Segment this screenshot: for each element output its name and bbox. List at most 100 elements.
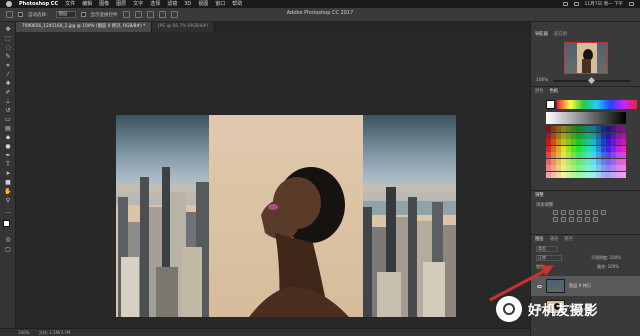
tab-layers[interactable]: 图层: [535, 236, 544, 244]
color-swatch[interactable]: [576, 158, 581, 165]
color-swatch[interactable]: [581, 171, 586, 178]
color-swatch[interactable]: [571, 132, 576, 139]
menu-edit[interactable]: 编辑: [82, 0, 92, 8]
color-swatch[interactable]: [561, 126, 566, 133]
tab-channels[interactable]: 通道: [550, 236, 559, 244]
color-swatch[interactable]: [606, 126, 611, 133]
swatch-fg[interactable]: [546, 100, 555, 109]
pen-tool-icon[interactable]: ✒: [4, 152, 12, 159]
color-swatch[interactable]: [566, 145, 571, 152]
invert-icon[interactable]: [577, 217, 582, 222]
type-tool-icon[interactable]: T: [4, 161, 12, 168]
color-swatch[interactable]: [596, 158, 601, 165]
opacity-field[interactable]: 不透明度: 100%: [591, 255, 621, 261]
color-swatch[interactable]: [606, 165, 611, 172]
menu-select[interactable]: 选择: [150, 0, 160, 8]
color-balance-icon[interactable]: [601, 210, 606, 215]
gradient-tool-icon[interactable]: ▤: [4, 125, 12, 132]
color-swatch[interactable]: [611, 139, 616, 146]
color-swatch[interactable]: [561, 152, 566, 159]
navigator-zoom-value[interactable]: 100%: [536, 78, 548, 83]
color-swatch[interactable]: [546, 139, 551, 146]
navigator-zoom-slider[interactable]: [553, 76, 631, 85]
color-swatch[interactable]: [586, 171, 591, 178]
color-swatch[interactable]: [581, 139, 586, 146]
color-swatch[interactable]: [581, 126, 586, 133]
menu-view[interactable]: 视图: [198, 0, 208, 8]
color-swatch[interactable]: [571, 171, 576, 178]
color-swatch[interactable]: [571, 145, 576, 152]
color-swatch[interactable]: [606, 152, 611, 159]
battery-icon[interactable]: [573, 2, 579, 6]
color-swatch[interactable]: [546, 145, 551, 152]
color-swatch[interactable]: [561, 145, 566, 152]
color-swatch[interactable]: [606, 171, 611, 178]
tab-paths[interactable]: 路径: [564, 236, 573, 244]
color-swatch[interactable]: [616, 152, 621, 159]
crop-tool-icon[interactable]: ⌗: [4, 62, 12, 69]
color-swatch[interactable]: [621, 132, 626, 139]
color-swatch[interactable]: [576, 126, 581, 133]
color-swatch[interactable]: [566, 152, 571, 159]
levels-icon[interactable]: [561, 210, 566, 215]
color-swatch[interactable]: [581, 132, 586, 139]
menu-window[interactable]: 窗口: [215, 0, 225, 8]
bw-icon[interactable]: [553, 217, 558, 222]
foreground-color-swatch[interactable]: [3, 220, 10, 227]
color-swatch[interactable]: [556, 152, 561, 159]
color-swatch[interactable]: [576, 139, 581, 146]
screen-mode-icon[interactable]: ▢: [4, 246, 12, 253]
color-swatch[interactable]: [596, 171, 601, 178]
color-swatch[interactable]: [621, 165, 626, 172]
color-swatch[interactable]: [591, 171, 596, 178]
menu-filter[interactable]: 滤镜: [167, 0, 177, 8]
align-left-icon[interactable]: [122, 11, 130, 18]
hand-tool-icon[interactable]: ✋: [4, 188, 12, 195]
shape-tool-icon[interactable]: ■: [4, 179, 12, 186]
blur-tool-icon[interactable]: ◆: [4, 134, 12, 141]
color-swatch[interactable]: [546, 171, 551, 178]
color-swatch[interactable]: [621, 158, 626, 165]
canvas-area[interactable]: [16, 32, 530, 328]
show-transform-checkbox[interactable]: [80, 12, 86, 17]
navigator-thumbnail[interactable]: [564, 42, 608, 74]
marquee-tool-icon[interactable]: ⬚: [4, 35, 12, 42]
color-swatch[interactable]: [601, 132, 606, 139]
color-swatch[interactable]: [586, 145, 591, 152]
document-tab[interactable]: JPG @ 66.7% (RGB/8#): [152, 22, 215, 32]
color-swatch[interactable]: [591, 165, 596, 172]
lasso-tool-icon[interactable]: ◌: [4, 44, 12, 51]
channel-mixer-icon[interactable]: [569, 217, 574, 222]
color-swatch[interactable]: [546, 132, 551, 139]
color-swatch[interactable]: [616, 132, 621, 139]
tab-adjustments[interactable]: 调整: [535, 192, 544, 200]
threshold-icon[interactable]: [593, 217, 598, 222]
color-swatch[interactable]: [556, 165, 561, 172]
color-swatch[interactable]: [576, 132, 581, 139]
color-swatch[interactable]: [611, 152, 616, 159]
color-swatch[interactable]: [621, 126, 626, 133]
move-tool-icon[interactable]: [6, 11, 13, 18]
color-swatch[interactable]: [611, 145, 616, 152]
color-swatch[interactable]: [591, 158, 596, 165]
color-swatch[interactable]: [596, 152, 601, 159]
color-swatch[interactable]: [566, 158, 571, 165]
slider-handle[interactable]: [587, 76, 596, 85]
color-swatch[interactable]: [556, 132, 561, 139]
history-brush-icon[interactable]: ↺: [4, 107, 12, 114]
color-swatch[interactable]: [596, 132, 601, 139]
color-swatch[interactable]: [601, 165, 606, 172]
photo-filter-icon[interactable]: [561, 217, 566, 222]
color-swatch[interactable]: [601, 158, 606, 165]
color-swatch[interactable]: [571, 158, 576, 165]
layers-kind-filter[interactable]: 类型: [536, 246, 558, 252]
color-swatch[interactable]: [561, 132, 566, 139]
color-swatch[interactable]: [601, 139, 606, 146]
dodge-tool-icon[interactable]: ●: [4, 143, 12, 150]
color-swatch[interactable]: [606, 139, 611, 146]
color-swatch[interactable]: [591, 145, 596, 152]
color-swatch[interactable]: [561, 165, 566, 172]
color-swatch[interactable]: [581, 152, 586, 159]
auto-select-dropdown[interactable]: 图层: [55, 11, 76, 18]
color-swatch[interactable]: [551, 126, 556, 133]
